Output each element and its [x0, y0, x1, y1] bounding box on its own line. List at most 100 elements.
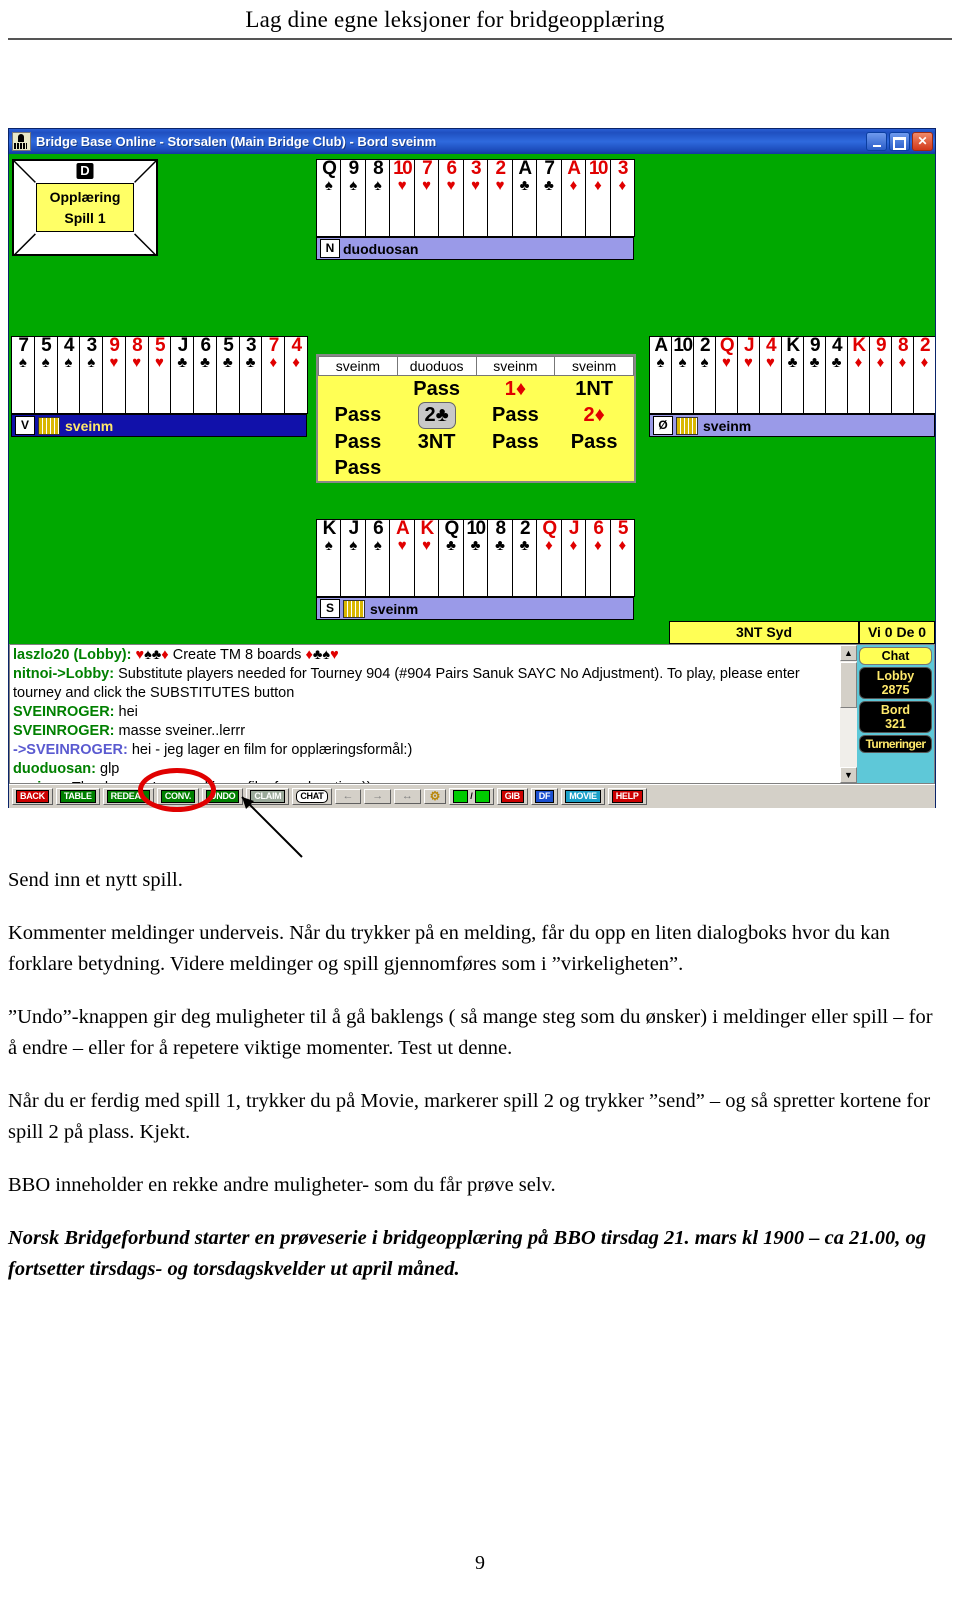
toolbar-button-[interactable]: ↔: [393, 789, 421, 804]
toolbar-button-[interactable]: ⚙: [423, 789, 447, 804]
playing-card[interactable]: 3 ♣: [238, 336, 263, 414]
south-player-bar[interactable]: S sveinm: [316, 597, 634, 620]
auction-bid[interactable]: 1♦: [476, 376, 555, 403]
playing-card[interactable]: Q ♠: [316, 159, 342, 237]
playing-card[interactable]: 9 ♣: [803, 336, 826, 414]
playing-card[interactable]: 2 ♦: [913, 336, 935, 414]
chat-message[interactable]: nitnoi->Lobby: Substitute players needed…: [13, 665, 837, 703]
chat-log[interactable]: laszlo20 (Lobby): ♥♠♣♦ Create TM 8 board…: [9, 644, 840, 784]
playing-card[interactable]: 2 ♣: [511, 519, 538, 597]
playing-card[interactable]: 4 ♠: [56, 336, 81, 414]
playing-card[interactable]: 6 ♦: [585, 519, 611, 597]
chat-message[interactable]: laszlo20 (Lobby): ♥♠♣♦ Create TM 8 board…: [13, 646, 837, 665]
west-cards[interactable]: 7 ♠ 5 ♠ 4 ♠ 3 ♠ 9 ♥ 8 ♥ 5 ♥ J ♣ 6 ♣ 5 ♣ 3 ♣ 7 ♦ 4 ♦: [11, 336, 308, 414]
playing-card[interactable]: 3 ♥: [462, 159, 489, 237]
north-player-bar[interactable]: N duoduosan: [316, 237, 634, 260]
close-button[interactable]: ✕: [912, 132, 933, 151]
playing-card[interactable]: J ♠: [340, 519, 366, 597]
chat-message[interactable]: SVEINROGER: masse sveiner..lerrr: [13, 722, 837, 741]
playing-card[interactable]: 5 ♣: [215, 336, 240, 414]
toolbar-button-table[interactable]: TABLE: [55, 788, 100, 805]
playing-card[interactable]: 8 ♠: [364, 159, 391, 237]
maximize-button[interactable]: [889, 132, 910, 151]
playing-card[interactable]: 10 ♦: [585, 159, 611, 237]
playing-card[interactable]: 6 ♠: [364, 519, 391, 597]
auction-bid[interactable]: Pass: [555, 429, 634, 455]
west-player-bar[interactable]: V sveinm: [11, 414, 307, 437]
side-button-bord[interactable]: Bord 321: [859, 701, 932, 733]
auction-bid[interactable]: Pass: [319, 455, 398, 481]
auction-box[interactable]: sveinm duoduos sveinm sveinm Pass 1♦ 1NT Pass 2…: [316, 354, 636, 483]
side-button-lobby[interactable]: Lobby 2875: [859, 667, 932, 699]
chat-message[interactable]: ->SVEINROGER: hei - jeg lager en film fo…: [13, 741, 837, 760]
auction-bid[interactable]: Pass: [476, 402, 555, 429]
playing-card[interactable]: A ♠: [649, 336, 672, 414]
chat-scrollbar[interactable]: ▲ ▼: [840, 644, 857, 784]
playing-card[interactable]: 3 ♦: [609, 159, 636, 237]
scroll-up-arrow[interactable]: ▲: [840, 645, 857, 661]
playing-card[interactable]: 5 ♥: [147, 336, 172, 414]
east-cards[interactable]: A ♠ 10 ♠ 2 ♠ Q ♥ J ♥ 4 ♥ K ♣ 9 ♣ 4 ♣ K ♦ 9 ♦ 8 ♦ 2 ♦: [649, 336, 935, 414]
playing-card[interactable]: 6 ♥: [438, 159, 464, 237]
auction-bid[interactable]: Pass: [319, 402, 398, 429]
playing-card[interactable]: 8 ♣: [487, 519, 513, 597]
chat-message[interactable]: sveinm: Thank you - I am making a film f…: [13, 779, 837, 783]
playing-card[interactable]: J ♦: [560, 519, 587, 597]
playing-card[interactable]: 6 ♣: [193, 336, 217, 414]
toolbar-button-gib[interactable]: GIB: [496, 788, 528, 805]
playing-card[interactable]: 4 ♣: [825, 336, 848, 414]
side-button-turneringer[interactable]: Turneringer: [859, 735, 932, 753]
auction-bid[interactable]: 2♣: [397, 402, 476, 429]
playing-card[interactable]: K ♠: [316, 519, 342, 597]
playing-card[interactable]: 9 ♦: [869, 336, 892, 414]
playing-card[interactable]: 5 ♠: [33, 336, 58, 414]
north-cards[interactable]: Q ♠ 9 ♠ 8 ♠ 10 ♥ 7 ♥ 6 ♥ 3 ♥ 2 ♥ A ♣ 7 ♣ A ♦ 10 ♦ 3 ♦: [316, 159, 636, 237]
playing-card[interactable]: 9 ♠: [340, 159, 366, 237]
auction-bid[interactable]: Pass: [476, 429, 555, 455]
playing-card[interactable]: 2 ♥: [487, 159, 513, 237]
toolbar-button-[interactable]: /: [449, 788, 494, 805]
playing-card[interactable]: 10 ♠: [671, 336, 694, 414]
playing-card[interactable]: 10 ♣: [462, 519, 489, 597]
playing-card[interactable]: 8 ♥: [124, 336, 149, 414]
minimize-button[interactable]: [866, 132, 887, 151]
toolbar-button-movie[interactable]: MOVIE: [561, 788, 605, 805]
playing-card[interactable]: 7 ♣: [536, 159, 562, 237]
playing-card[interactable]: 2 ♠: [693, 336, 716, 414]
playing-card[interactable]: 7 ♦: [261, 336, 286, 414]
auction-bid[interactable]: 2♦: [555, 402, 634, 429]
toolbar-button-df[interactable]: DF: [530, 788, 559, 805]
auction-bid[interactable]: Pass: [397, 376, 476, 403]
east-player-bar[interactable]: Ø sveinm: [649, 414, 935, 437]
auction-bid[interactable]: 1NT: [555, 376, 634, 403]
playing-card[interactable]: 8 ♦: [891, 336, 914, 414]
playing-card[interactable]: Q ♥: [715, 336, 738, 414]
scroll-down-arrow[interactable]: ▼: [840, 767, 857, 783]
playing-card[interactable]: 7 ♠: [11, 336, 35, 414]
playing-card[interactable]: K ♦: [847, 336, 870, 414]
playing-card[interactable]: A ♣: [511, 159, 538, 237]
playing-card[interactable]: A ♦: [560, 159, 587, 237]
playing-card[interactable]: 5 ♦: [609, 519, 636, 597]
side-button-chat[interactable]: Chat: [859, 647, 932, 665]
playing-card[interactable]: 4 ♦: [284, 336, 308, 414]
playing-card[interactable]: A ♥: [389, 519, 415, 597]
south-cards[interactable]: K ♠ J ♠ 6 ♠ A ♥ K ♥ Q ♣ 10 ♣ 8 ♣ 2 ♣ Q ♦ J ♦ 6 ♦ 5 ♦: [316, 519, 636, 597]
playing-card[interactable]: Q ♣: [438, 519, 464, 597]
playing-card[interactable]: K ♥: [413, 519, 440, 597]
toolbar-button-help[interactable]: HELP: [607, 788, 647, 805]
auction-bid[interactable]: Pass: [319, 429, 398, 455]
playing-card[interactable]: J ♥: [737, 336, 760, 414]
chat-message[interactable]: SVEINROGER: hei: [13, 703, 837, 722]
scroll-thumb[interactable]: [840, 662, 857, 708]
playing-card[interactable]: Q ♦: [536, 519, 562, 597]
playing-card[interactable]: J ♣: [170, 336, 195, 414]
playing-card[interactable]: 9 ♥: [102, 336, 126, 414]
playing-card[interactable]: 3 ♠: [79, 336, 104, 414]
playing-card[interactable]: 4 ♥: [759, 336, 782, 414]
chat-message[interactable]: duoduosan: glp: [13, 760, 837, 779]
toolbar-button-back[interactable]: BACK: [12, 788, 53, 805]
auction-bid[interactable]: 3NT: [397, 429, 476, 455]
playing-card[interactable]: 7 ♥: [413, 159, 440, 237]
playing-card[interactable]: K ♣: [781, 336, 804, 414]
